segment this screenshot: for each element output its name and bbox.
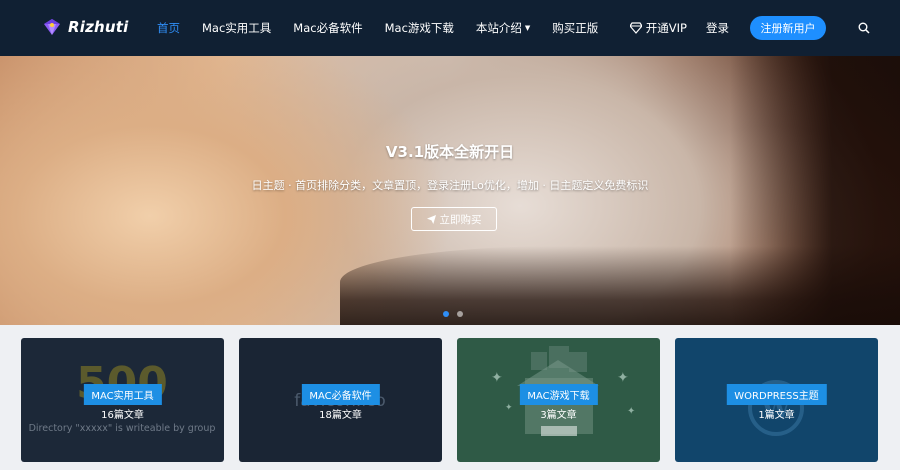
- register-button[interactable]: 注册新用户: [750, 16, 826, 40]
- category-badge: MAC游戏下载: [519, 384, 598, 405]
- search-icon[interactable]: [858, 22, 870, 34]
- vip-link[interactable]: 开通VIP: [629, 20, 687, 36]
- hero-subtitle: 日主题 · 首页排除分类，文章置顶，登录注册Lo优化，增加 · 日主题定义免费标…: [251, 179, 649, 192]
- nav-item-about[interactable]: 本站介绍 ▼: [465, 0, 541, 56]
- login-link[interactable]: 登录: [706, 20, 729, 36]
- vip-label: 开通VIP: [645, 21, 687, 35]
- nav-item-mac-tools[interactable]: Mac实用工具: [191, 0, 282, 56]
- site-logo[interactable]: Rizhuti: [42, 17, 129, 37]
- nav-item-label: Mac游戏下载: [384, 21, 454, 35]
- slider-dot-2[interactable]: [457, 311, 463, 317]
- slider-pagination: [443, 311, 463, 317]
- category-card-mac-tools[interactable]: 500 Directory "xxxxx" is writeable by gr…: [21, 338, 224, 462]
- category-count: 3篇文章: [540, 410, 577, 421]
- hero-slider: V3.1版本全新开日 日主题 · 首页排除分类，文章置顶，登录注册Lo优化，增加…: [0, 56, 900, 325]
- nav-item-label: 购买正版: [552, 21, 599, 35]
- category-badge: MAC必备软件: [301, 384, 380, 405]
- category-badge: MAC实用工具: [83, 384, 162, 405]
- slider-dot-1[interactable]: [443, 311, 449, 317]
- category-count: 1篇文章: [758, 410, 795, 421]
- caret-down-icon: ▼: [524, 24, 531, 32]
- category-card-wordpress-themes[interactable]: W WORDPRESS主题 1篇文章: [675, 338, 878, 462]
- nav-item-label: Mac必备软件: [293, 21, 363, 35]
- nav-item-home[interactable]: 首页: [146, 0, 191, 56]
- header-actions: 开通VIP 登录 注册新用户: [629, 0, 870, 56]
- category-count: 16篇文章: [101, 410, 144, 421]
- category-cards: 500 Directory "xxxxx" is writeable by gr…: [21, 338, 878, 462]
- logo-text: Rizhuti: [68, 18, 129, 36]
- nav-item-buy[interactable]: 购买正版: [541, 0, 609, 56]
- buy-now-button[interactable]: 立即购买: [411, 207, 497, 231]
- card-bg-caption: Directory "xxxxx" is writeable by group: [29, 423, 216, 434]
- nav-item-mac-software[interactable]: Mac必备软件: [282, 0, 373, 56]
- nav-item-label: 首页: [157, 21, 180, 35]
- top-navbar: Rizhuti 首页 Mac实用工具 Mac必备软件 Mac游戏下载 本站介绍 ▼…: [0, 0, 900, 56]
- diamond-icon: [629, 22, 642, 34]
- svg-text:✦: ✦: [617, 370, 629, 386]
- category-badge: WORDPRESS主题: [726, 384, 827, 405]
- category-card-mac-games[interactable]: ✦ ✦ ✦ ✦ MAC游戏下载 3篇文章: [457, 338, 660, 462]
- category-count: 18篇文章: [319, 410, 362, 421]
- send-icon: [426, 214, 436, 224]
- svg-text:✦: ✦: [491, 370, 503, 386]
- nav-item-label: 本站介绍: [475, 21, 522, 35]
- hero-title: V3.1版本全新开日: [385, 143, 515, 161]
- main-nav: 首页 Mac实用工具 Mac必备软件 Mac游戏下载 本站介绍 ▼ 购买正版: [146, 0, 609, 56]
- nav-item-label: Mac实用工具: [202, 21, 272, 35]
- gem-icon: [44, 19, 60, 35]
- category-card-mac-software[interactable]: favicon.ico MAC必备软件 18篇文章: [239, 338, 442, 462]
- nav-item-mac-games[interactable]: Mac游戏下载: [374, 0, 465, 56]
- buy-now-label: 立即购买: [439, 213, 482, 226]
